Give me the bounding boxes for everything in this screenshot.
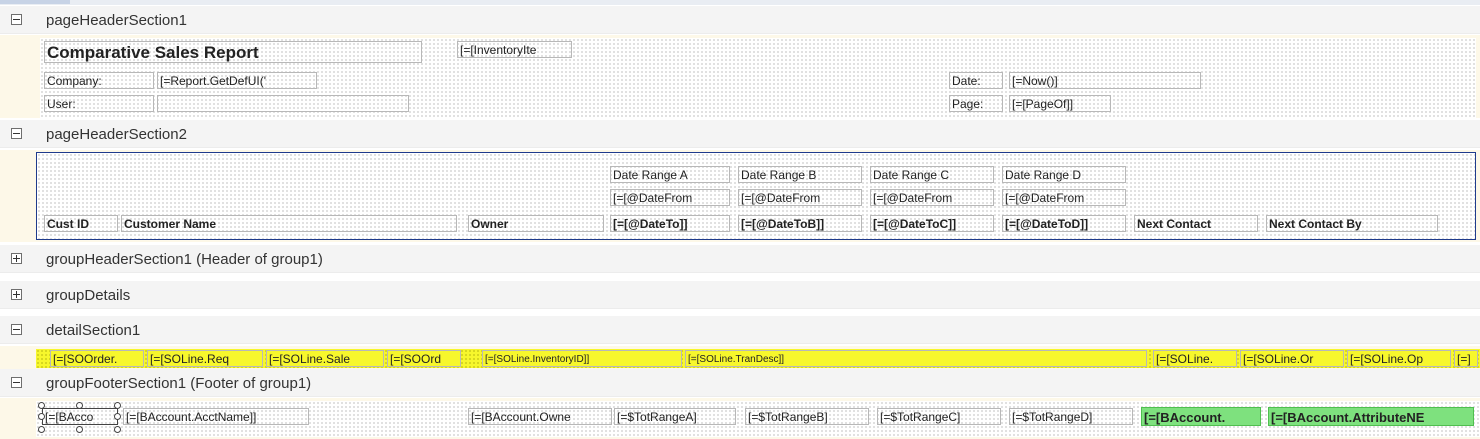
detail-field-inventory-id[interactable]: [=[SOLine.InventoryID]]	[482, 350, 682, 367]
resize-handle[interactable]	[114, 402, 121, 409]
expand-icon[interactable]	[11, 253, 22, 264]
collapse-icon[interactable]	[11, 324, 22, 335]
footer-field-baccount-selected[interactable]: [=[BAcco	[42, 408, 118, 425]
section-label: pageHeaderSection2	[46, 126, 187, 143]
user-label[interactable]: User:	[44, 95, 154, 112]
detail-field-so-order[interactable]: [=[SOOrder.	[50, 350, 144, 367]
resize-handle[interactable]	[38, 413, 45, 420]
date-from-d-field[interactable]: [=[@DateFrom	[1002, 189, 1126, 206]
section-label: groupHeaderSection1 (Header of group1)	[46, 251, 323, 268]
footer-field-baccount-green[interactable]: [=[BAccount.	[1141, 407, 1261, 426]
date-range-b-label[interactable]: Date Range B	[738, 166, 862, 183]
section-header-group-footer-1[interactable]: groupFooterSection1 (Footer of group1)	[0, 369, 1480, 397]
section-header-group-header-1[interactable]: groupHeaderSection1 (Header of group1)	[0, 245, 1480, 273]
next-contact-by-header[interactable]: Next Contact By	[1266, 215, 1438, 232]
section-label: groupDetails	[46, 287, 131, 304]
date-from-a-field[interactable]: [=[@DateFrom	[610, 189, 730, 206]
band-detail-1: [=[SOOrder. [=[SOLine.Req [=[SOLine.Sale…	[0, 346, 1480, 370]
date-range-a-label[interactable]: Date Range A	[610, 166, 730, 183]
section-header-page-header-1[interactable]: pageHeaderSection1	[0, 6, 1480, 34]
date-to-a-field[interactable]: [=[@DateTo]]	[610, 215, 730, 232]
date-from-b-field[interactable]: [=[@DateFrom	[738, 189, 862, 206]
date-to-c-field[interactable]: [=[@DateToC]]	[870, 215, 994, 232]
detail-field-sale[interactable]: [=[SOLine.Sale	[266, 350, 384, 367]
footer-field-tot-range-d[interactable]: [=$TotRangeD]	[1009, 408, 1133, 425]
page-value-field[interactable]: [=[PageOf]]	[1009, 95, 1111, 112]
owner-header[interactable]: Owner	[468, 215, 604, 232]
footer-field-attribute-green[interactable]: [=[BAccount.AttributeNE	[1268, 407, 1474, 426]
date-value-field[interactable]: [=Now()]	[1009, 72, 1201, 89]
expand-icon[interactable]	[11, 289, 22, 300]
resize-handle[interactable]	[114, 426, 121, 433]
band-group-footer-1: [=[BAcco [=[BAccount.AcctName]] [=[BAcco…	[0, 398, 1480, 439]
user-value-field[interactable]	[157, 95, 409, 112]
date-range-c-label[interactable]: Date Range C	[870, 166, 994, 183]
resize-handle[interactable]	[38, 402, 45, 409]
report-title[interactable]: Comparative Sales Report	[44, 41, 422, 63]
detail-field-so-ord[interactable]: [=[SOOrd	[387, 350, 461, 367]
next-contact-header[interactable]: Next Contact	[1134, 215, 1258, 232]
inventory-field[interactable]: [=[InventoryIte	[457, 41, 572, 58]
section-label: groupFooterSection1 (Footer of group1)	[46, 375, 312, 392]
footer-field-tot-range-c[interactable]: [=$TotRangeC]	[877, 408, 1001, 425]
detail-field-soline-op[interactable]: [=[SOLine.Op	[1347, 350, 1451, 367]
company-value-field[interactable]: [=Report.GetDefUI('	[157, 72, 317, 89]
top-tab-indicator	[0, 0, 70, 4]
resize-handle[interactable]	[38, 426, 45, 433]
detail-field-req[interactable]: [=[SOLine.Req	[147, 350, 263, 367]
collapse-icon[interactable]	[11, 14, 22, 25]
footer-field-tot-range-b[interactable]: [=$TotRangeB]	[745, 408, 869, 425]
section-header-page-header-2[interactable]: pageHeaderSection2	[0, 120, 1480, 148]
footer-field-owner[interactable]: [=[BAccount.Owne	[468, 408, 612, 425]
date-range-d-label[interactable]: Date Range D	[1002, 166, 1126, 183]
section-label: detailSection1	[46, 322, 141, 339]
date-to-b-field[interactable]: [=[@DateToB]]	[738, 215, 862, 232]
top-strip	[0, 0, 1480, 5]
band-page-header-2: Date Range A Date Range B Date Range C D…	[0, 150, 1480, 242]
resize-handle[interactable]	[76, 402, 83, 409]
collapse-icon[interactable]	[11, 128, 22, 139]
date-label[interactable]: Date:	[949, 72, 1003, 89]
cust-id-header[interactable]: Cust ID	[44, 215, 118, 232]
band-page-header-1: Comparative Sales Report [=[InventoryIte…	[0, 35, 1480, 118]
detail-field-soline[interactable]: [=[SOLine.	[1153, 350, 1237, 367]
detail-field-soline-or[interactable]: [=[SOLine.Or	[1240, 350, 1344, 367]
footer-field-tot-range-a[interactable]: [=$TotRangeA]	[614, 408, 736, 425]
page-label[interactable]: Page:	[949, 95, 1003, 112]
date-to-d-field[interactable]: [=[@DateToD]]	[1002, 215, 1126, 232]
resize-handle[interactable]	[114, 413, 121, 420]
company-label[interactable]: Company:	[44, 72, 154, 89]
detail-field-tran-desc[interactable]: [=[SOLine.TranDesc]]	[685, 350, 1147, 367]
detail-field-extra[interactable]: [=]	[1454, 350, 1478, 367]
footer-field-acct-name[interactable]: [=[BAccount.AcctName]]	[123, 408, 309, 425]
customer-name-header[interactable]: Customer Name	[121, 215, 457, 232]
resize-handle[interactable]	[76, 426, 83, 433]
collapse-icon[interactable]	[11, 377, 22, 388]
date-from-c-field[interactable]: [=[@DateFrom	[870, 189, 994, 206]
section-header-group-details[interactable]: groupDetails	[0, 281, 1480, 309]
section-label: pageHeaderSection1	[46, 12, 187, 29]
section-header-detail-1[interactable]: detailSection1	[0, 316, 1480, 344]
